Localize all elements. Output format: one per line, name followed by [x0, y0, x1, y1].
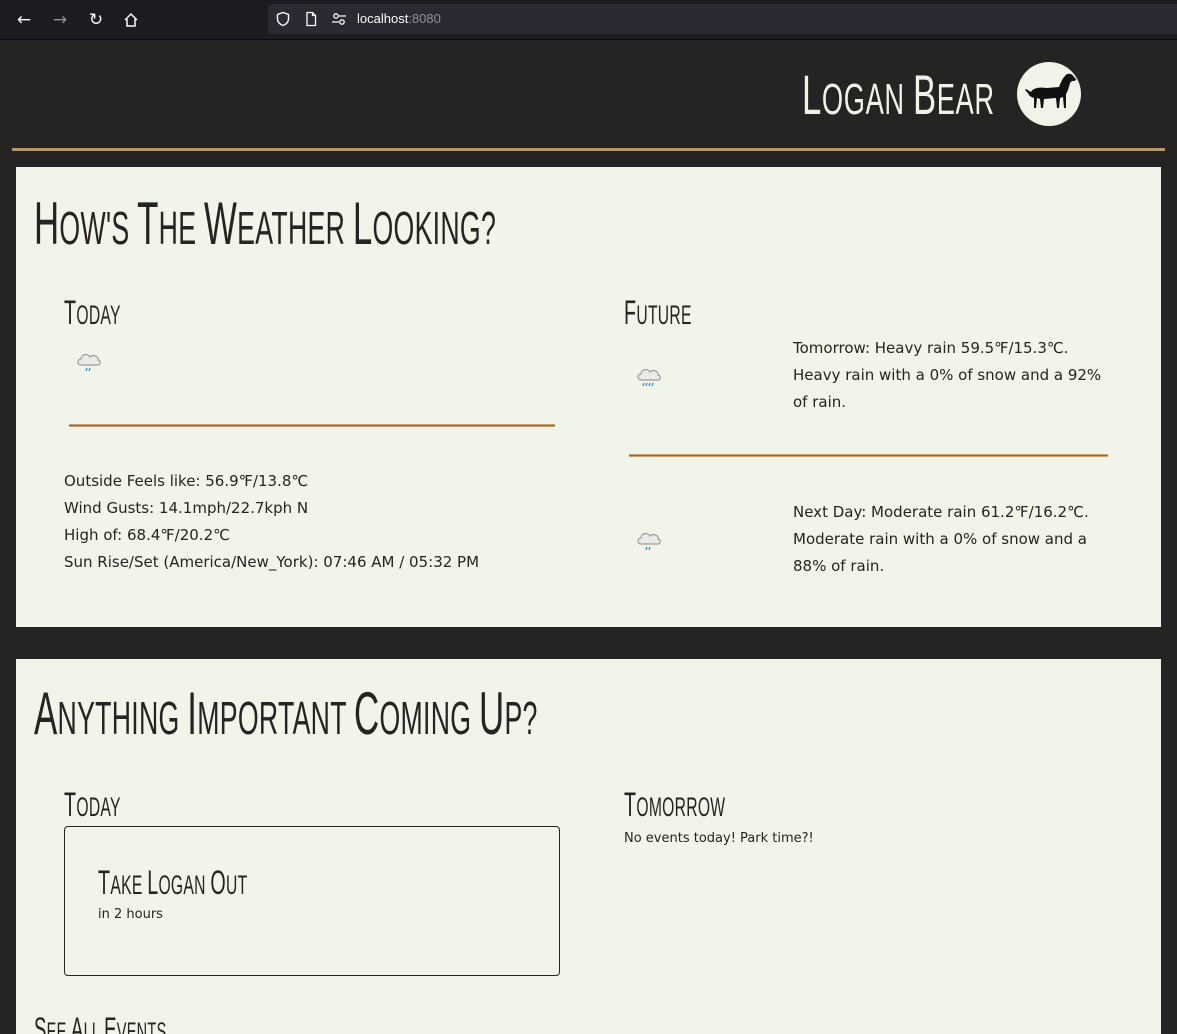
event-title-part: AKE [110, 870, 148, 900]
link-part: VENTS [116, 1018, 167, 1034]
link-part: A [70, 1011, 84, 1034]
title-part: OMING [379, 692, 480, 744]
link-part: E [104, 1011, 117, 1034]
wind-gusts-text: Wind Gusts: 14.1mph/22.7kph N [64, 499, 309, 517]
event-title-part: OGAN [158, 870, 211, 900]
weather-section-title: HOW'S THE WEATHER LOOKING? [34, 191, 496, 261]
back-icon[interactable]: ← [12, 8, 36, 32]
weather-today-heading: TODAY [64, 295, 121, 333]
link-part: EE [46, 1018, 71, 1034]
title-part: HE [158, 202, 205, 254]
title-part: OW'S [59, 202, 138, 254]
moderate-rain-cloud-icon [637, 532, 661, 551]
heading-part: OMORROW [636, 792, 726, 822]
title-part: EATHER [237, 202, 353, 254]
event-title-part: L [147, 864, 159, 902]
title-part: A [34, 680, 58, 747]
browser-toolbar: ← → ↻ localhost:8080 [0, 0, 1177, 40]
title-part: MPORTANT [197, 692, 355, 744]
event-title-part: O [210, 864, 227, 902]
permissions-icon[interactable] [331, 11, 347, 27]
brand-letter: L [802, 63, 822, 126]
brand-text: EAR [936, 75, 995, 124]
shield-icon[interactable] [275, 11, 291, 27]
forecast-next-day-text: Next Day: Moderate rain 61.2℉/16.2℃. Mod… [793, 503, 1089, 575]
home-icon[interactable] [119, 8, 143, 32]
heavy-rain-cloud-icon [637, 368, 661, 387]
feels-like-text: Outside Feels like: 56.9℉/13.8℃ [64, 472, 309, 490]
events-section-title: ANYTHING IMPORTANT COMING UP? [34, 681, 538, 751]
title-part: T [137, 190, 159, 257]
dog-logo-avatar[interactable] [1017, 62, 1081, 126]
url-port: :8080 [408, 11, 441, 26]
title-part: P? [504, 692, 538, 744]
title-part: I [187, 680, 198, 747]
site-brand[interactable]: LOGAN BEAR [802, 62, 995, 133]
url-host: localhost [357, 11, 409, 26]
event-title: TAKE LOGAN OUT [98, 863, 247, 905]
heading-part: T [64, 786, 77, 824]
high-temp-text: High of: 68.4℉/20.2℃ [64, 526, 230, 544]
brand-text: OGAN [821, 75, 913, 124]
title-part: U [479, 680, 505, 747]
see-all-events-link[interactable]: SEE ALL EVENTS [34, 1011, 167, 1034]
heading-part: ODAY [76, 792, 121, 822]
url-text[interactable]: localhost:8080 [357, 11, 441, 26]
brand-letter: B [912, 63, 937, 126]
event-title-part: T [98, 864, 111, 902]
event-time: in 2 hours [98, 907, 163, 922]
heading-part: ODAY [76, 300, 121, 330]
header-divider [12, 148, 1165, 151]
title-part: L [352, 190, 373, 257]
today-divider [69, 424, 555, 427]
link-part: LL [83, 1018, 105, 1034]
heading-part: UTURE [636, 300, 692, 330]
events-tomorrow-heading: TOMORROW [624, 787, 725, 825]
no-events-message: No events today! Park time?! [624, 831, 814, 846]
address-bar[interactable]: localhost:8080 [268, 4, 1177, 34]
events-today-heading: TODAY [64, 787, 121, 825]
title-part: OOKING? [372, 202, 497, 254]
weather-panel: HOW'S THE WEATHER LOOKING? TODAY Outside… [16, 167, 1161, 627]
sunrise-sunset-text: Sun Rise/Set (America/New_York): 07:46 A… [64, 553, 480, 571]
weather-future-heading: FUTURE [624, 295, 692, 333]
title-part: NYTHING [57, 692, 188, 744]
title-part: H [34, 190, 60, 257]
heading-part: T [624, 786, 637, 824]
title-part: W [204, 190, 238, 257]
forward-icon[interactable]: → [48, 8, 72, 32]
title-part: C [354, 680, 380, 747]
forecast-tomorrow-text: Tomorrow: Heavy rain 59.5℉/15.3℃. Heavy … [793, 339, 1102, 411]
event-card[interactable]: TAKE LOGAN OUT in 2 hours [64, 826, 560, 976]
rain-cloud-icon [77, 353, 101, 372]
event-title-part: UT [226, 870, 248, 900]
heading-part: F [624, 294, 637, 332]
reload-icon[interactable]: ↻ [84, 8, 108, 32]
future-divider [629, 454, 1108, 457]
dog-icon [1025, 73, 1076, 108]
link-part: S [34, 1011, 47, 1034]
events-panel: ANYTHING IMPORTANT COMING UP? TODAY TAKE… [16, 659, 1161, 1034]
page-icon[interactable] [303, 11, 319, 27]
heading-part: T [64, 294, 77, 332]
